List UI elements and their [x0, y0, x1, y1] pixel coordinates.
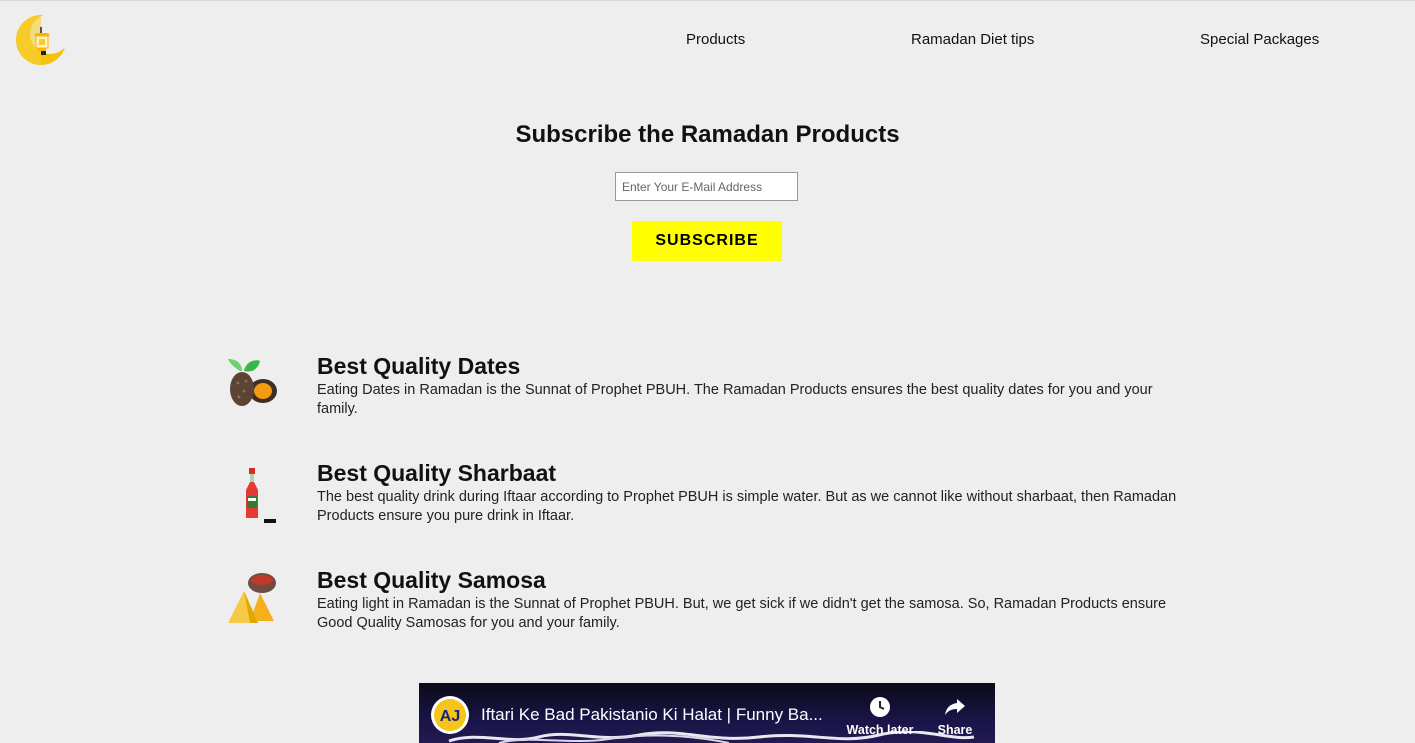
share-label: Share — [937, 723, 973, 737]
watch-later-button[interactable]: Watch later — [842, 695, 918, 743]
feature-title: Best Quality Samosa — [317, 567, 546, 593]
share-button[interactable]: Share — [917, 695, 993, 743]
subscribe-title: Subscribe the Ramadan Products — [515, 121, 900, 148]
feature-description: The best quality drink during Iftaar acc… — [317, 489, 1177, 524]
feature-dates: Best Quality Dates Eating Dates in Ramad… — [226, 353, 1186, 433]
samosa-icon — [228, 573, 276, 623]
feature-samosa: Best Quality Samosa Eating light in Rama… — [226, 567, 1186, 647]
dates-icon — [228, 359, 277, 406]
feature-title: Best Quality Sharbaat — [317, 460, 557, 486]
embedded-video[interactable]: AJ Iftari Ke Bad Pakistanio Ki Halat | F… — [419, 683, 995, 743]
sharbat-bottle-icon — [246, 468, 276, 523]
nav-link-ramadan-diet-tips[interactable]: Ramadan Diet tips — [911, 31, 1034, 48]
clock-icon — [870, 697, 890, 717]
subscribe-button[interactable]: SUBSCRIBE — [632, 221, 782, 261]
feature-description: Eating Dates in Ramadan is the Sunnat of… — [317, 382, 1153, 417]
nav-link-products[interactable]: Products — [686, 31, 745, 48]
nav-link-special-packages[interactable]: Special Packages — [1200, 31, 1319, 48]
crescent-moon-lantern-icon[interactable] — [14, 13, 68, 67]
feature-description: Eating light in Ramadan is the Sunnat of… — [317, 596, 1167, 631]
channel-logo-icon[interactable]: AJ — [430, 695, 470, 735]
share-arrow-icon — [945, 699, 965, 715]
watch-later-label: Watch later — [846, 723, 914, 737]
email-input[interactable] — [615, 172, 798, 201]
feature-sharbaat: Best Quality Sharbaat The best quality d… — [226, 460, 1186, 540]
page: Products Ramadan Diet tips Special Packa… — [0, 0, 1415, 743]
channel-logo-text: AJ — [440, 708, 460, 725]
feature-title: Best Quality Dates — [317, 353, 521, 379]
video-title[interactable]: Iftari Ke Bad Pakistanio Ki Halat | Funn… — [481, 705, 823, 725]
